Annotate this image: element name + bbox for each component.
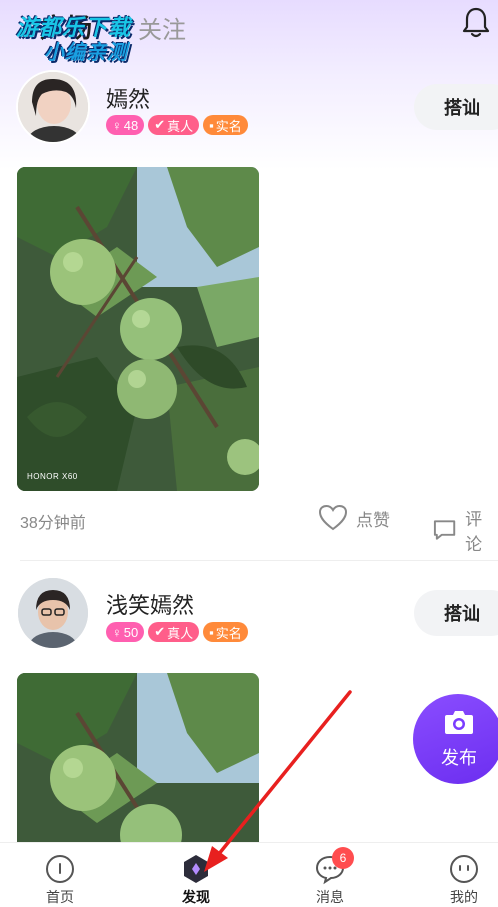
publish-button[interactable]: 发布 xyxy=(413,694,498,784)
real-person-badge: ✔ 真人 xyxy=(148,622,200,642)
chat-up-button[interactable]: 搭讪 xyxy=(414,84,498,130)
female-icon: ♀ xyxy=(112,117,122,133)
user-name[interactable]: 浅笑嫣然 xyxy=(106,588,194,620)
nav-messages-label: 消息 xyxy=(316,889,344,905)
real-name-label: 实名 xyxy=(215,625,242,641)
top-header: 广场 关注 游都乐下载 小编亲测 xyxy=(0,0,498,64)
comment-label: 评论 xyxy=(465,510,483,554)
home-icon xyxy=(46,855,74,883)
nav-profile[interactable]: 我的 xyxy=(424,843,498,907)
verified-icon: ✔ xyxy=(154,117,166,132)
real-name-badge: ▪ 实名 xyxy=(203,115,248,135)
nav-messages[interactable]: 6 消息 xyxy=(290,843,370,907)
comment-button[interactable]: 评论 xyxy=(432,505,498,555)
female-icon: ♀ xyxy=(112,624,122,640)
discover-icon xyxy=(184,855,208,883)
age-value: 48 xyxy=(123,117,139,133)
publish-label: 发布 xyxy=(441,748,477,768)
camera-icon xyxy=(445,711,473,734)
real-name-badge: ▪ 实名 xyxy=(203,622,248,642)
like-label: 点赞 xyxy=(356,510,390,530)
real-person-label: 真人 xyxy=(167,625,194,641)
user-badges: ♀ 48 ✔ 真人 ▪ 实名 xyxy=(106,115,248,135)
chat-up-button[interactable]: 搭讪 xyxy=(414,590,498,636)
bell-icon[interactable] xyxy=(460,6,492,40)
user-name[interactable]: 嫣然 xyxy=(106,82,150,114)
post-time: 38分钟前 xyxy=(20,515,86,532)
post-photo[interactable] xyxy=(17,673,259,843)
watermark-logo: 游都乐下载 小编亲测 xyxy=(8,6,188,64)
age-value: 50 xyxy=(123,624,139,640)
id-card-icon: ▪ xyxy=(209,117,214,133)
post-divider xyxy=(20,560,498,561)
avatar[interactable] xyxy=(18,578,88,648)
nav-home[interactable]: 首页 xyxy=(20,843,100,907)
gender-age-badge: ♀ 48 xyxy=(106,115,145,135)
bottom-navigation: 首页 发现 6 消息 我的 xyxy=(0,842,498,907)
gender-age-badge: ♀ 50 xyxy=(106,622,145,642)
profile-icon xyxy=(450,855,478,883)
id-card-icon: ▪ xyxy=(209,624,214,640)
photo-watermark: HONOR X60 xyxy=(27,472,78,481)
nav-profile-label: 我的 xyxy=(450,889,478,905)
user-badges: ♀ 50 ✔ 真人 ▪ 实名 xyxy=(106,622,248,642)
verified-icon: ✔ xyxy=(154,624,166,639)
avatar[interactable] xyxy=(18,72,88,142)
real-person-label: 真人 xyxy=(167,118,194,134)
real-name-label: 实名 xyxy=(215,118,242,134)
comment-icon xyxy=(433,520,456,540)
nav-discover[interactable]: 发现 xyxy=(156,843,236,907)
real-person-badge: ✔ 真人 xyxy=(148,115,200,135)
heart-icon xyxy=(318,504,348,531)
watermark-line2: 小编亲测 xyxy=(44,42,128,64)
nav-discover-label: 发现 xyxy=(182,889,210,905)
unread-count-badge: 6 xyxy=(332,847,354,869)
like-button[interactable]: 点赞 xyxy=(318,504,390,532)
post-photo[interactable]: HONOR X60 xyxy=(17,167,259,491)
nav-home-label: 首页 xyxy=(46,889,74,905)
